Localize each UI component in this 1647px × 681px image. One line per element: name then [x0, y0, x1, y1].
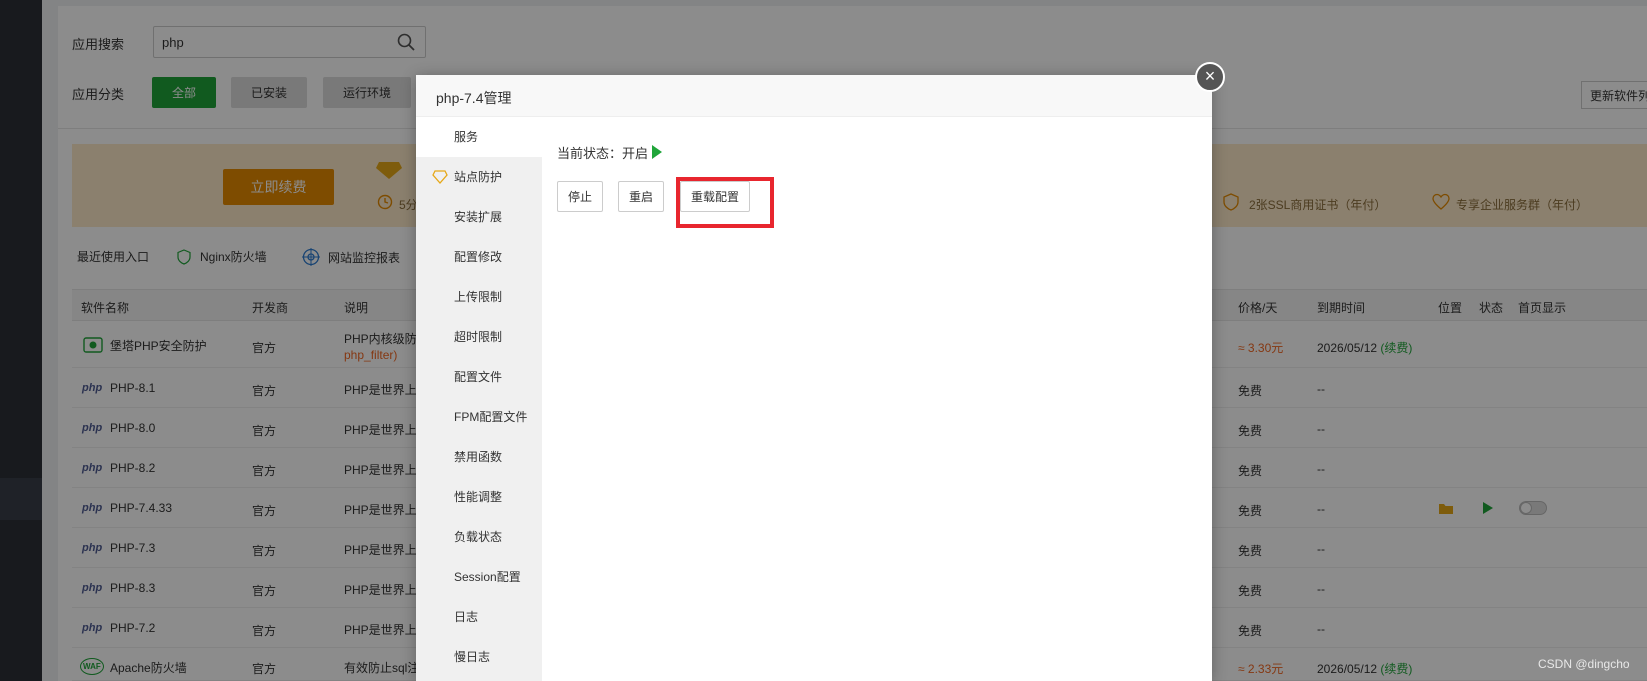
menu-load-status[interactable]: 负载状态 [416, 517, 542, 557]
menu-site-protection-label: 站点防护 [454, 170, 503, 184]
menu-slow-log[interactable]: 慢日志 [416, 637, 542, 677]
running-play-icon [652, 145, 663, 159]
menu-timeout-limit[interactable]: 超时限制 [416, 317, 542, 357]
menu-upload-limit[interactable]: 上传限制 [416, 277, 542, 317]
menu-service[interactable]: 服务 [416, 117, 542, 157]
menu-config-file[interactable]: 配置文件 [416, 357, 542, 397]
dialog-sidebar: 服务 站点防护 安装扩展 配置修改 上传限制 超时限制 配置文件 FPM配置文件… [416, 117, 542, 681]
menu-log[interactable]: 日志 [416, 597, 542, 637]
restart-button[interactable]: 重启 [618, 181, 664, 212]
menu-disabled-functions[interactable]: 禁用函数 [416, 437, 542, 477]
dialog-title: php-7.4管理 [416, 75, 1212, 117]
menu-session-config[interactable]: Session配置 [416, 557, 542, 597]
menu-config-modify[interactable]: 配置修改 [416, 237, 542, 277]
menu-install-extension[interactable]: 安装扩展 [416, 197, 542, 237]
status-label: 当前状态： [557, 146, 623, 161]
stop-button[interactable]: 停止 [557, 181, 603, 212]
highlight-annotation-box [676, 177, 774, 228]
php-manage-dialog: php-7.4管理 服务 站点防护 安装扩展 配置修改 上传限制 超时限制 配置… [416, 75, 1212, 681]
close-icon[interactable]: × [1195, 62, 1225, 92]
current-status: 当前状态：开启 [557, 143, 663, 162]
diamond-icon [432, 170, 448, 184]
watermark: CSDN @dingcho [1538, 657, 1630, 671]
menu-site-protection[interactable]: 站点防护 [416, 157, 542, 197]
status-value: 开启 [622, 146, 649, 161]
menu-fpm-config-file[interactable]: FPM配置文件 [416, 397, 542, 437]
menu-performance-tuning[interactable]: 性能调整 [416, 477, 542, 517]
